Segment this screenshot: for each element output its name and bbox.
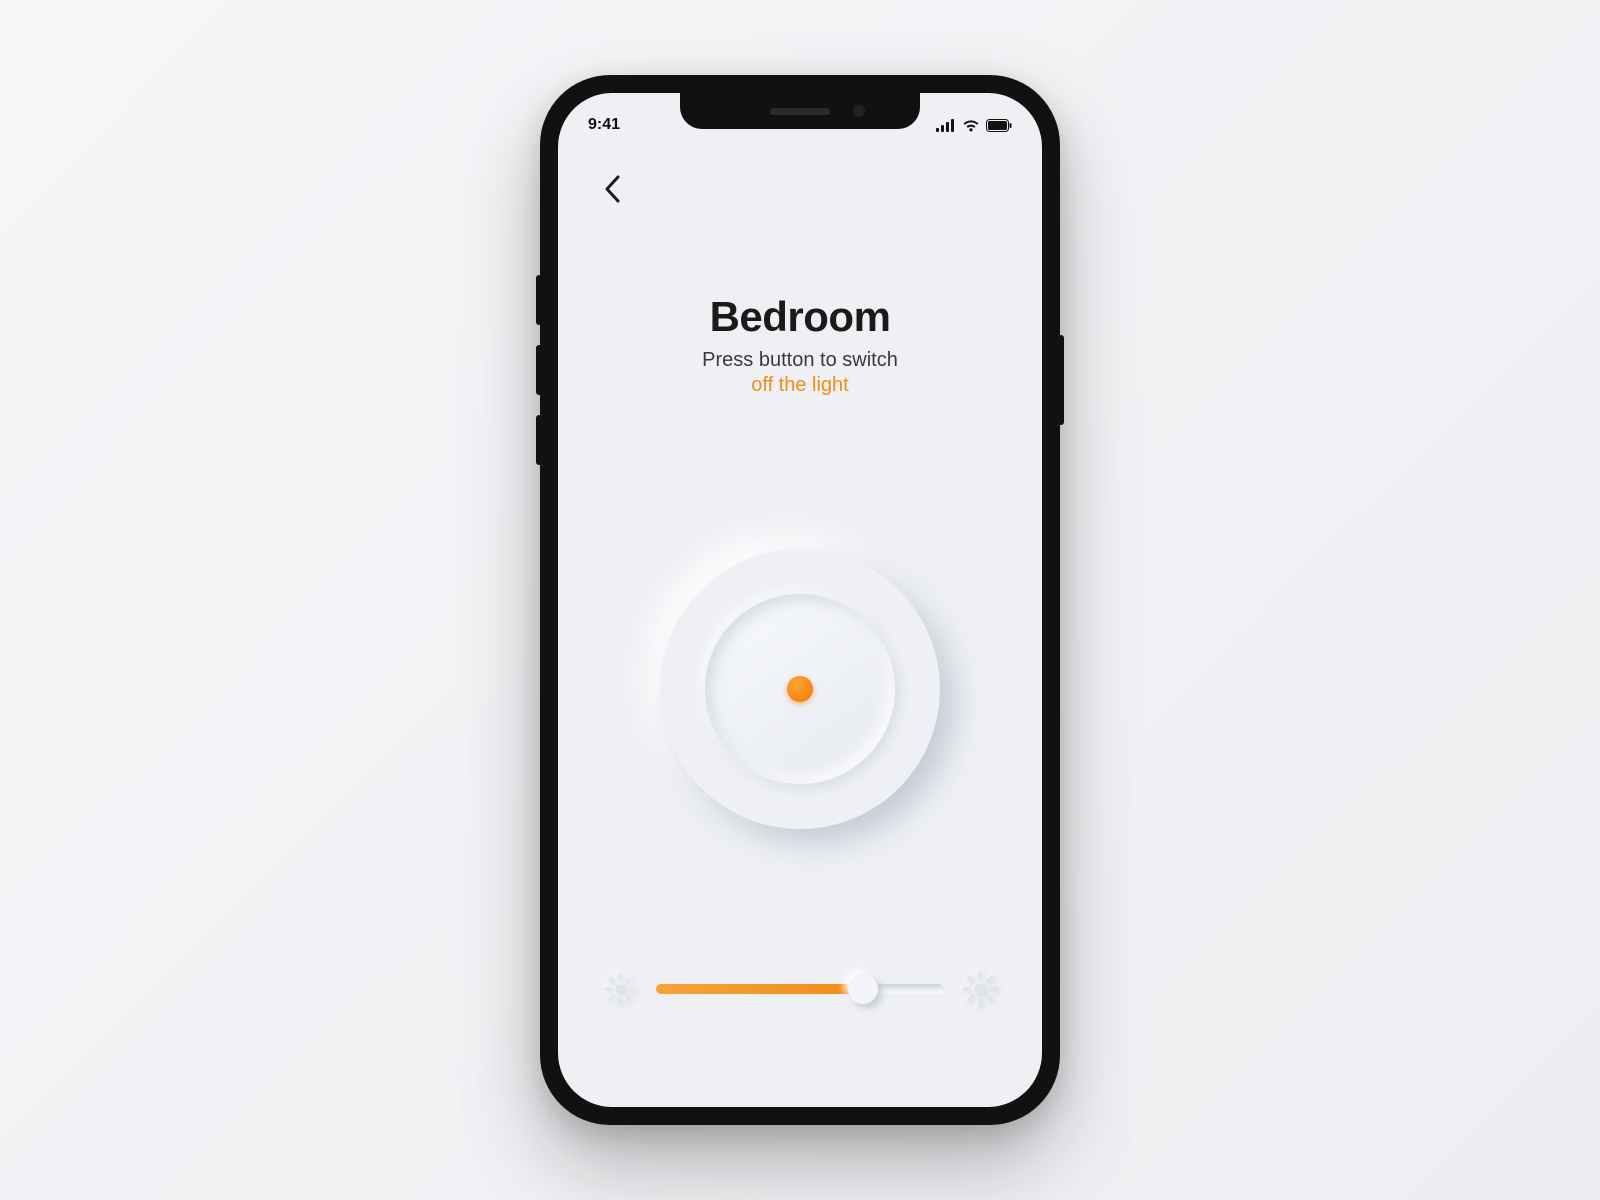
brightness-row [592,971,1008,1067]
power-button[interactable] [660,549,940,829]
speaker-grille [770,108,830,115]
phone-frame: 9:41 [540,75,1060,1125]
wifi-icon [962,119,980,132]
front-camera [853,105,865,117]
subtitle-line2: off the light [592,374,1008,397]
room-title: Bedroom [592,293,1008,341]
status-indicators [936,119,1012,132]
slider-fill [656,984,863,994]
screen: 9:41 [558,93,1042,1107]
subtitle-line1: Press button to switch [592,349,1008,372]
brightness-high-icon [962,971,998,1007]
title-block: Bedroom Press button to switch off the l… [592,293,1008,397]
power-dot-icon [787,676,813,702]
brightness-low-icon [602,971,638,1007]
notch [680,93,920,129]
chevron-left-icon [603,174,621,204]
slider-thumb[interactable] [848,974,878,1004]
content: Bedroom Press button to switch off the l… [558,93,1042,1107]
power-area [592,407,1008,971]
status-time: 9:41 [588,116,620,134]
back-button[interactable] [592,169,632,209]
power-button-inner [705,594,895,784]
brightness-slider[interactable] [656,974,944,1004]
battery-icon [986,119,1012,132]
signal-icon [936,119,956,132]
